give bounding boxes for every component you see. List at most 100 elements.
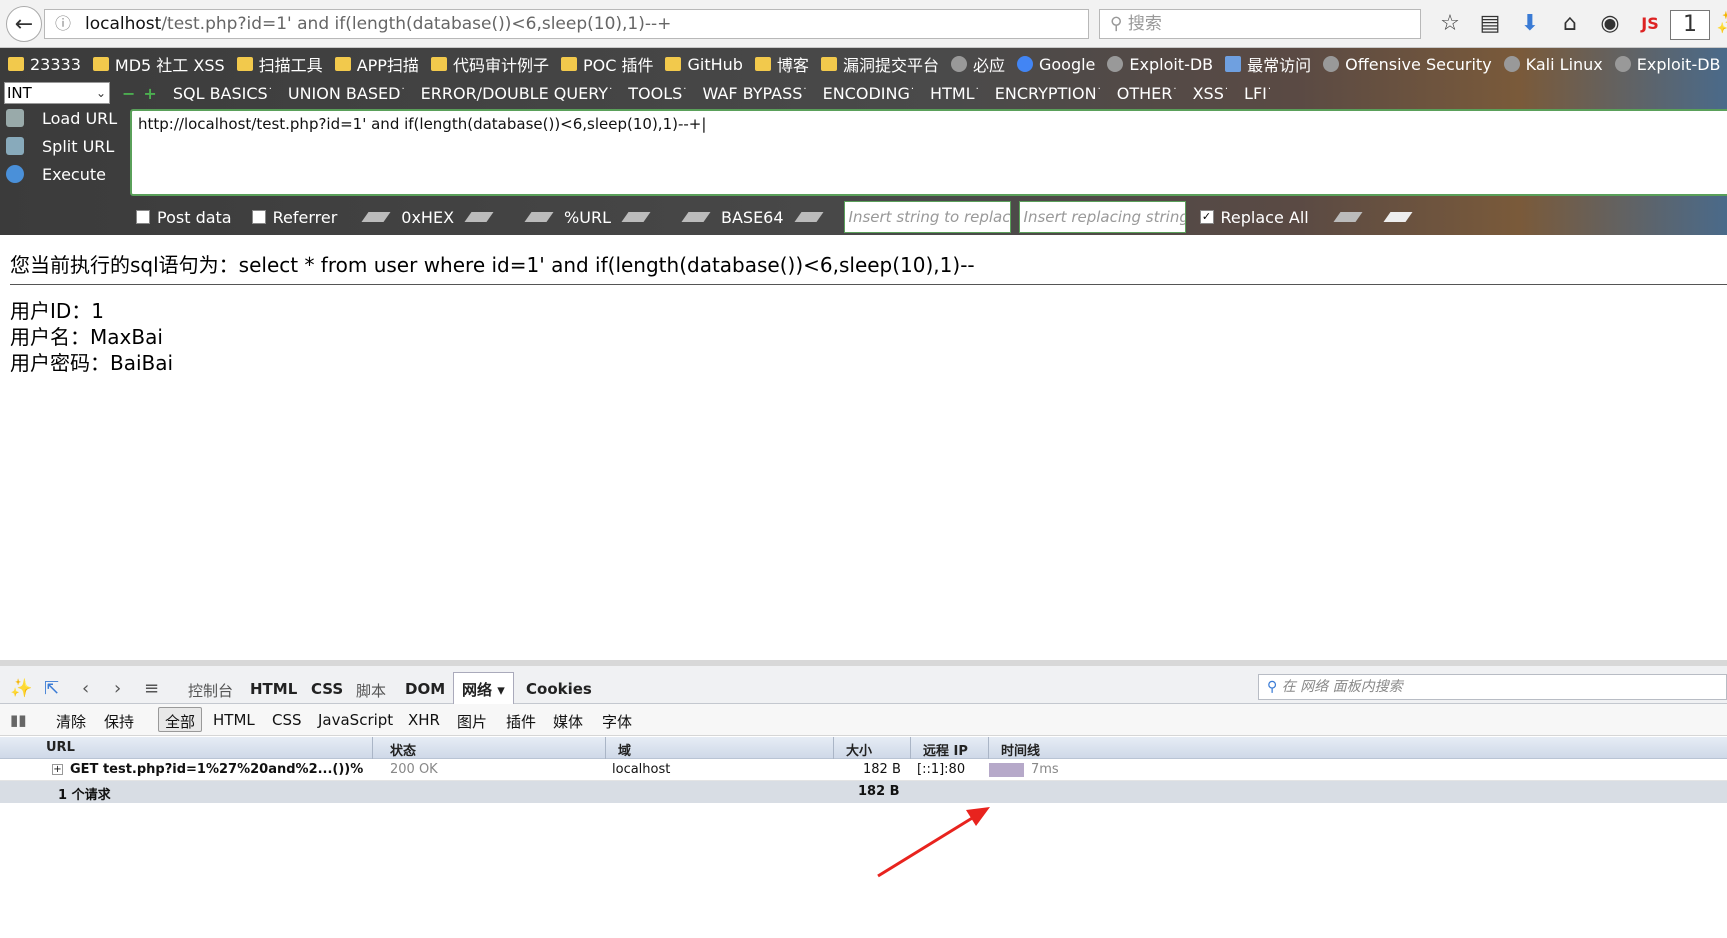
hackbar-menu-item[interactable]: LFI: [1244, 84, 1271, 103]
next-icon[interactable]: ›: [114, 678, 121, 699]
filter-images[interactable]: 图片: [457, 711, 487, 732]
notification-badge[interactable]: 1: [1670, 10, 1710, 40]
addon-icon[interactable]: ◉: [1590, 10, 1630, 38]
filter-media[interactable]: 媒体: [553, 711, 583, 732]
bookmark-label: 博客: [776, 56, 809, 75]
hackbar-menu-item[interactable]: ERROR/DOUBLE QUERY: [421, 84, 613, 103]
url-encode-control[interactable]: %URL: [514, 208, 661, 227]
prev-icon[interactable]: ‹: [82, 678, 89, 699]
tab-net[interactable]: 网络 ▾: [453, 672, 514, 704]
filter-xhr[interactable]: XHR: [408, 711, 440, 729]
bookmark-item[interactable]: 扫描工具: [236, 52, 323, 76]
tab-script[interactable]: 脚本: [356, 680, 386, 701]
hackbar-menu-item[interactable]: ENCODING: [823, 84, 914, 103]
bookmark-item[interactable]: 23333: [8, 55, 81, 74]
expand-icon[interactable]: +: [52, 764, 63, 775]
download-icon[interactable]: ⬇: [1510, 10, 1550, 38]
encode-arrow-icon[interactable]: [794, 212, 824, 222]
bookmark-item[interactable]: 必应: [950, 52, 1005, 76]
bookmark-label: 必应: [972, 56, 1005, 75]
hackbar-menu-item[interactable]: SQL BASICS: [173, 84, 272, 103]
col-status[interactable]: 状态: [390, 740, 416, 759]
encode-arrow-icon[interactable]: [464, 212, 494, 222]
decode-arrow-icon[interactable]: [681, 212, 711, 222]
bookmark-item[interactable]: Google: [1016, 55, 1095, 74]
filter-all[interactable]: 全部: [158, 707, 203, 732]
filter-html[interactable]: HTML: [213, 711, 255, 729]
execute-icon: [6, 165, 24, 183]
tab-dom[interactable]: DOM: [405, 680, 445, 698]
bookmark-item[interactable]: Exploit-DB: [1614, 55, 1721, 74]
replace-all-checkbox[interactable]: ✓ Replace All: [1199, 208, 1309, 227]
tab-cookies[interactable]: Cookies: [526, 680, 592, 698]
bookmark-star-icon[interactable]: ☆: [1430, 10, 1470, 38]
dropdown-arrow-icon: ▾: [497, 681, 505, 699]
tab-console[interactable]: 控制台: [188, 680, 233, 701]
address-bar[interactable]: ⓘ localhost/test.php?id=1' and if(length…: [44, 9, 1089, 39]
base64-control[interactable]: BASE64: [671, 208, 834, 227]
col-timeline[interactable]: 时间线: [1001, 740, 1040, 759]
payload-textarea[interactable]: http://localhost/test.php?id=1' and if(l…: [130, 109, 1727, 196]
replace-string-input[interactable]: Insert string to replace: [843, 201, 1011, 233]
home-icon[interactable]: ⌂: [1550, 10, 1590, 38]
bookmark-item[interactable]: Exploit-DB: [1107, 55, 1213, 74]
hackbar-menu-item[interactable]: TOOLS: [628, 84, 686, 103]
clear-button[interactable]: 清除: [56, 711, 86, 732]
replace-left-icon[interactable]: [1333, 212, 1363, 222]
replacing-string-input[interactable]: Insert replacing string: [1018, 201, 1186, 233]
bookmark-item[interactable]: APP扫描: [334, 52, 419, 76]
table-row[interactable]: + GET test.php?id=1%27%20and%2...())% 20…: [0, 759, 1727, 781]
bookmark-item[interactable]: GitHub: [665, 55, 743, 74]
type-select[interactable]: INT ⌄: [4, 82, 110, 104]
bookmark-item[interactable]: 代码审计例子: [430, 52, 549, 76]
col-size[interactable]: 大小: [846, 740, 872, 759]
load-url-label: Load URL: [42, 108, 118, 128]
bookmark-item[interactable]: Offensive Security: [1323, 55, 1492, 74]
hackbar-menu-item[interactable]: HTML: [930, 84, 979, 103]
panel-search-input[interactable]: ⚲ 在 网络 面板内搜索: [1258, 674, 1727, 700]
decode-arrow-icon[interactable]: [361, 212, 391, 222]
search-box[interactable]: ⚲ 搜索: [1099, 9, 1421, 39]
col-url[interactable]: URL: [46, 740, 75, 755]
referrer-checkbox[interactable]: Referrer: [251, 208, 337, 227]
xhr-toggle-icon[interactable]: ▮▮: [10, 711, 27, 729]
hackbar-menu-item[interactable]: WAF BYPASS: [702, 84, 806, 103]
plus-icon[interactable]: +: [143, 84, 156, 103]
filter-css[interactable]: CSS: [272, 711, 302, 729]
encode-arrow-icon[interactable]: [621, 212, 651, 222]
filter-plugins[interactable]: 插件: [506, 711, 536, 732]
bookmark-item[interactable]: MD5 社工 XSS: [92, 52, 225, 76]
command-line-icon[interactable]: ≡: [144, 678, 159, 699]
col-remote-ip[interactable]: 远程 IP: [923, 740, 968, 759]
split-url-button[interactable]: Split URL: [6, 134, 114, 158]
reading-list-icon[interactable]: ▤: [1470, 10, 1510, 38]
persist-button[interactable]: 保持: [104, 711, 134, 732]
firebug-menu-icon[interactable]: ✨: [10, 678, 32, 699]
firebug-icon[interactable]: ✨: [1710, 10, 1727, 38]
decode-arrow-icon[interactable]: [524, 212, 554, 222]
minus-icon[interactable]: −: [122, 84, 135, 103]
bookmark-item[interactable]: POC 插件: [560, 52, 653, 76]
hackbar-menu-item[interactable]: XSS: [1193, 84, 1228, 103]
load-url-button[interactable]: Load URL: [6, 106, 117, 130]
hackbar-menu-item[interactable]: ENCRYPTION: [995, 84, 1101, 103]
bookmark-item[interactable]: 漏洞提交平台: [820, 52, 939, 76]
col-domain[interactable]: 域: [618, 740, 631, 759]
url-enc-label: %URL: [564, 207, 611, 227]
bookmark-item[interactable]: 博客: [754, 52, 809, 76]
execute-button[interactable]: Execute: [6, 162, 106, 186]
inspect-icon[interactable]: ⇱: [44, 678, 59, 699]
hackbar-menu-item[interactable]: OTHER: [1117, 84, 1177, 103]
hex-encode-control[interactable]: 0xHEX: [351, 208, 504, 227]
tab-css[interactable]: CSS: [311, 680, 343, 698]
bookmark-item[interactable]: 最常访问: [1225, 52, 1311, 76]
filter-fonts[interactable]: 字体: [602, 711, 632, 732]
js-icon[interactable]: JS: [1630, 10, 1670, 38]
tab-html[interactable]: HTML: [250, 680, 297, 698]
bookmark-item[interactable]: Kali Linux: [1503, 55, 1603, 74]
post-data-checkbox[interactable]: Post data: [136, 208, 232, 227]
hackbar-menu-item[interactable]: UNION BASED: [288, 84, 405, 103]
replace-right-icon[interactable]: [1383, 212, 1413, 222]
back-button[interactable]: ←: [6, 6, 42, 42]
filter-javascript[interactable]: JavaScript: [318, 711, 393, 729]
